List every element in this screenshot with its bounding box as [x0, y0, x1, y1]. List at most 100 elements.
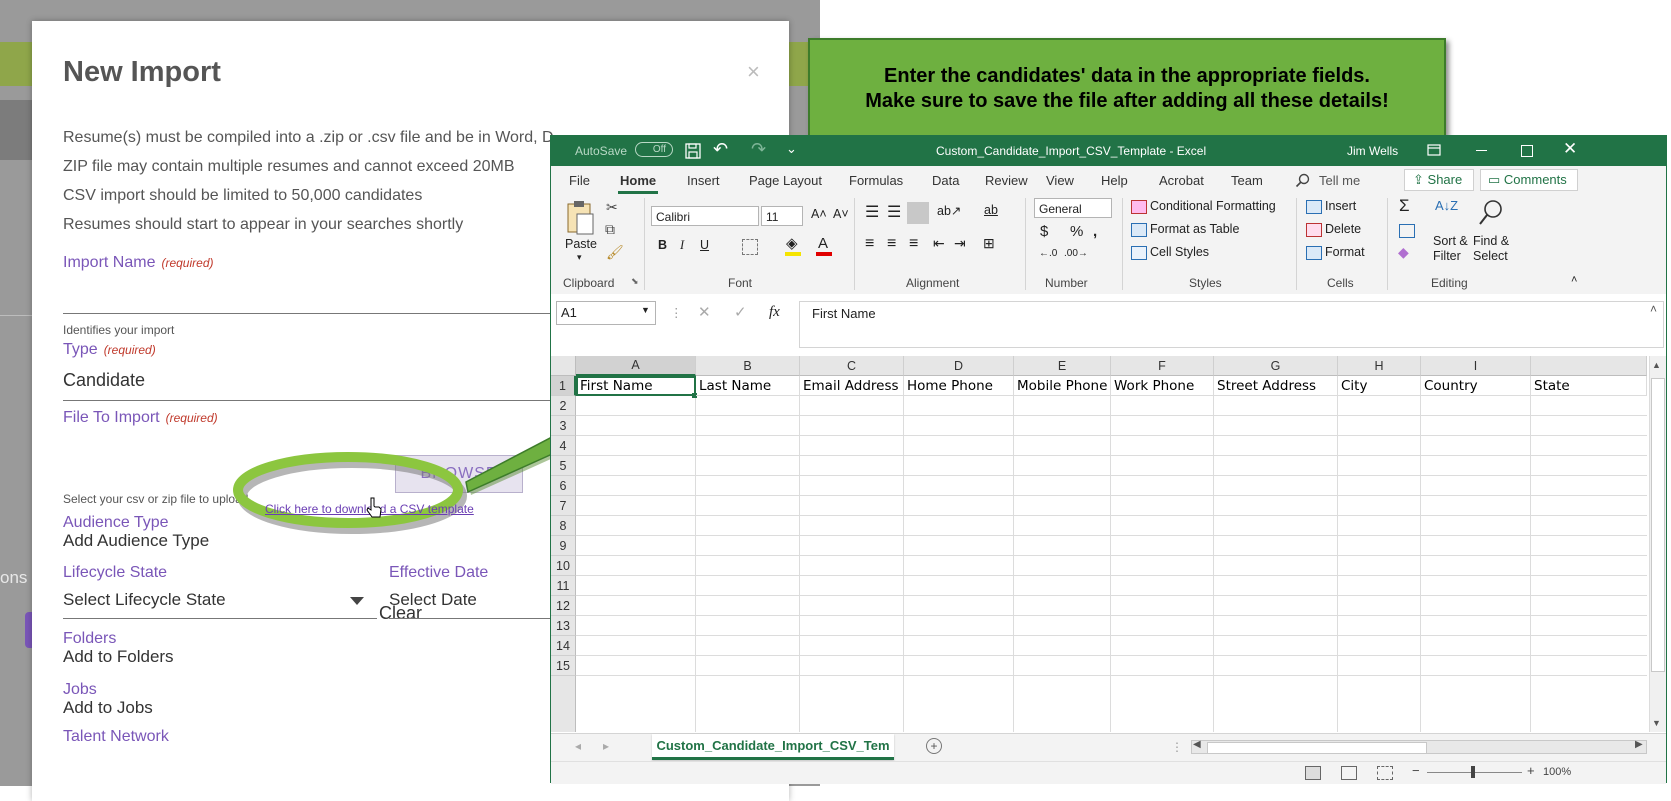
- row-header[interactable]: 2: [551, 396, 576, 416]
- horizontal-scrollbar-thumb[interactable]: [1207, 742, 1427, 754]
- italic-icon[interactable]: I: [680, 238, 684, 253]
- find-select-label-2[interactable]: Select: [1473, 249, 1508, 263]
- tab-help[interactable]: Help: [1101, 173, 1128, 188]
- cell-g1[interactable]: Street Address: [1214, 376, 1338, 396]
- wrap-text-icon[interactable]: ab: [984, 203, 998, 217]
- cell-h1[interactable]: City: [1338, 376, 1421, 396]
- decrease-indent-icon[interactable]: ⇤: [933, 235, 945, 252]
- percent-icon[interactable]: %: [1070, 223, 1083, 240]
- share-button[interactable]: ⇪ Share: [1404, 169, 1474, 191]
- clear-icon[interactable]: ◆: [1398, 244, 1409, 261]
- lifecycle-state-select[interactable]: Select Lifecycle State: [63, 590, 226, 610]
- underline-icon[interactable]: U: [700, 238, 709, 252]
- row-header[interactable]: 3: [551, 416, 576, 436]
- tab-view[interactable]: View: [1046, 173, 1074, 188]
- import-name-input[interactable]: [63, 313, 583, 314]
- column-header[interactable]: I: [1421, 356, 1531, 376]
- cell-i1[interactable]: Country: [1421, 376, 1531, 396]
- autosave-toggle[interactable]: Off: [635, 142, 673, 157]
- conditional-formatting-button[interactable]: Conditional Formatting: [1150, 199, 1276, 213]
- sort-filter-icon[interactable]: A↓Z: [1435, 198, 1458, 213]
- increase-decimal-icon[interactable]: ←.0: [1039, 248, 1057, 259]
- tab-page-layout[interactable]: Page Layout: [749, 173, 822, 188]
- collapse-ribbon-icon[interactable]: ˄: [1571, 274, 1577, 286]
- scroll-up-icon[interactable]: ▲: [1652, 360, 1661, 370]
- confirm-entry-icon[interactable]: ✓: [734, 303, 747, 321]
- tab-acrobat[interactable]: Acrobat: [1159, 173, 1204, 188]
- tab-review[interactable]: Review: [985, 173, 1028, 188]
- row-header[interactable]: 8: [551, 516, 576, 536]
- column-header[interactable]: G: [1214, 356, 1338, 376]
- zoom-slider-thumb[interactable]: [1471, 766, 1475, 778]
- formula-input[interactable]: First Name ˄: [799, 301, 1664, 348]
- prev-sheet-icon[interactable]: ◂: [575, 739, 581, 753]
- user-name[interactable]: Jim Wells: [1347, 144, 1398, 158]
- tab-home[interactable]: Home: [620, 173, 656, 188]
- cell-e1[interactable]: Mobile Phone: [1014, 376, 1111, 396]
- copy-icon[interactable]: ⧉: [605, 221, 615, 238]
- cell-b1[interactable]: Last Name: [696, 376, 800, 396]
- borders-icon[interactable]: [742, 239, 758, 255]
- expand-formula-icon[interactable]: ˄: [1650, 302, 1657, 316]
- align-center-icon[interactable]: ≡: [887, 235, 896, 253]
- insert-cells-button[interactable]: Insert: [1325, 199, 1356, 213]
- format-as-table-button[interactable]: Format as Table: [1150, 222, 1239, 236]
- cell-d1[interactable]: Home Phone: [904, 376, 1014, 396]
- close-window-icon[interactable]: ✕: [1563, 139, 1577, 159]
- align-right-icon[interactable]: ≡: [909, 235, 918, 253]
- column-header[interactable]: D: [904, 356, 1014, 376]
- select-all-corner[interactable]: [551, 356, 576, 376]
- zoom-level[interactable]: 100%: [1543, 766, 1571, 778]
- increase-indent-icon[interactable]: ⇥: [954, 235, 966, 252]
- row-header[interactable]: 15: [551, 656, 576, 676]
- row-header[interactable]: 6: [551, 476, 576, 496]
- page-break-view-icon[interactable]: [1377, 766, 1393, 780]
- merge-center-icon[interactable]: ⊞: [983, 235, 995, 252]
- cancel-entry-icon[interactable]: ✕: [698, 303, 711, 321]
- font-name-select[interactable]: Calibri: [651, 206, 759, 226]
- tab-insert[interactable]: Insert: [687, 173, 720, 188]
- comments-button[interactable]: ▭ Comments: [1480, 169, 1578, 191]
- sort-filter-label-2[interactable]: Filter: [1433, 249, 1461, 263]
- bold-icon[interactable]: B: [658, 238, 667, 252]
- maximize-icon[interactable]: [1521, 145, 1533, 157]
- row-header[interactable]: 4: [551, 436, 576, 456]
- sort-filter-label-1[interactable]: Sort &: [1433, 234, 1468, 248]
- find-select-icon[interactable]: [1478, 198, 1504, 228]
- row-header[interactable]: 1: [551, 376, 576, 396]
- format-cells-button[interactable]: Format: [1325, 245, 1365, 259]
- font-size-select[interactable]: 11: [761, 206, 803, 226]
- paste-dropdown-icon[interactable]: ▾: [577, 252, 582, 263]
- minimize-icon[interactable]: [1476, 150, 1487, 151]
- orientation-icon[interactable]: ab↗: [937, 203, 961, 218]
- delete-cells-button[interactable]: Delete: [1325, 222, 1361, 236]
- cell-f1[interactable]: Work Phone: [1111, 376, 1214, 396]
- decrease-decimal-icon[interactable]: .00→: [1064, 248, 1088, 259]
- font-color-icon[interactable]: A: [818, 235, 828, 252]
- zoom-out-icon[interactable]: −: [1412, 763, 1420, 778]
- cell-a1[interactable]: First Name: [576, 376, 696, 396]
- currency-icon[interactable]: $: [1040, 223, 1048, 240]
- tell-me-input[interactable]: Tell me: [1319, 173, 1360, 188]
- next-sheet-icon[interactable]: ▸: [603, 739, 609, 753]
- redo-icon[interactable]: ↷: [751, 139, 766, 160]
- page-layout-view-icon[interactable]: [1341, 766, 1357, 780]
- jobs-input[interactable]: Add to Jobs: [63, 698, 153, 718]
- tab-team[interactable]: Team: [1231, 173, 1263, 188]
- dialog-launcher-icon[interactable]: ⬊: [631, 276, 639, 287]
- split-handle-icon[interactable]: ⋮: [1171, 740, 1183, 754]
- cell-j1[interactable]: State: [1531, 376, 1647, 396]
- normal-view-icon[interactable]: [1305, 766, 1321, 780]
- comma-style-icon[interactable]: ,: [1093, 223, 1097, 240]
- ribbon-display-icon[interactable]: [1427, 144, 1441, 156]
- sheet-tab-active[interactable]: Custom_Candidate_Import_CSV_Tem: [652, 734, 894, 760]
- undo-icon[interactable]: ↶: [713, 139, 728, 160]
- column-header[interactable]: C: [800, 356, 904, 376]
- scroll-right-icon[interactable]: ▶: [1635, 739, 1643, 750]
- cell-styles-button[interactable]: Cell Styles: [1150, 245, 1209, 259]
- middle-align-icon[interactable]: ☰: [887, 202, 901, 222]
- folders-input[interactable]: Add to Folders: [63, 647, 174, 667]
- row-header[interactable]: 9: [551, 536, 576, 556]
- paste-icon[interactable]: [564, 200, 596, 236]
- cut-icon[interactable]: ✂: [606, 199, 618, 216]
